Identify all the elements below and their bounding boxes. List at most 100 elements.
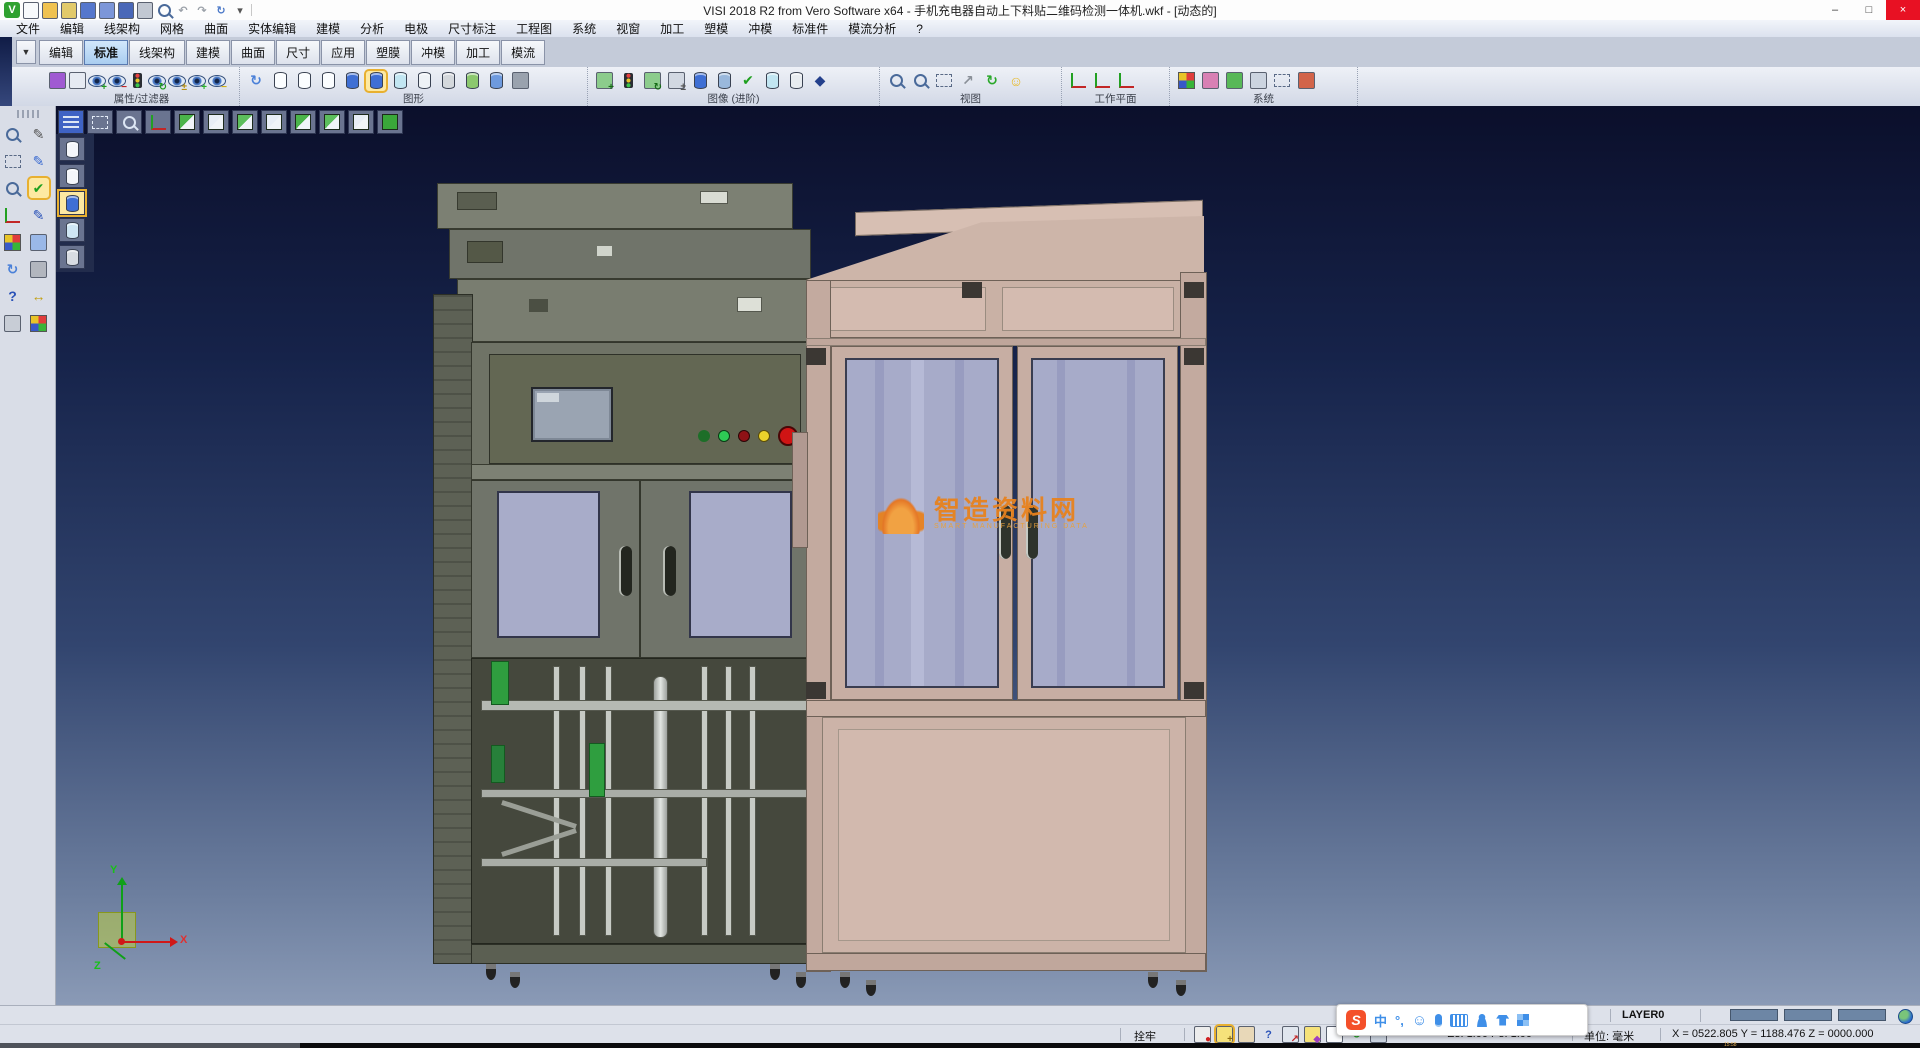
rm-bottom-beam[interactable]: [806, 953, 1206, 971]
skin-icon[interactable]: [1496, 1015, 1509, 1026]
ime-toolbox-icon[interactable]: [1517, 1014, 1529, 1026]
lm-caster-1[interactable]: [486, 964, 496, 980]
quick-help-icon[interactable]: ?: [1260, 1026, 1277, 1043]
cylinder-copy-pair-icon[interactable]: [486, 71, 506, 91]
open-folder-icon[interactable]: [42, 2, 58, 18]
color-swatch-3[interactable]: [1838, 1009, 1886, 1021]
close-button[interactable]: ×: [1886, 0, 1920, 20]
hide-all-icon[interactable]: −: [207, 71, 227, 91]
tab[interactable]: 冲模: [411, 40, 455, 65]
lm-caster-3[interactable]: [770, 964, 780, 980]
layer-cylinder-outline-2-icon[interactable]: [59, 164, 85, 188]
iso-view-top-icon[interactable]: [174, 110, 200, 134]
lm-bottom-beam[interactable]: [471, 944, 819, 964]
lm-tier3[interactable]: [457, 279, 819, 342]
toggle-visibility-icon[interactable]: ±: [167, 71, 187, 91]
render-palette-icon[interactable]: [29, 313, 49, 333]
rm-caster-4[interactable]: [1176, 980, 1186, 996]
lm-light-yellow[interactable]: [758, 430, 770, 442]
add-to-image-icon[interactable]: +: [594, 71, 614, 91]
lm-green-block-3[interactable]: [491, 745, 505, 783]
attributes-window-icon[interactable]: [1200, 71, 1220, 91]
rm-lower-panel-inner[interactable]: [838, 729, 1170, 941]
zoom-extents-icon[interactable]: [886, 71, 906, 91]
menu-item[interactable]: 工程图: [506, 20, 562, 37]
rotate-view-icon[interactable]: ↻: [982, 71, 1002, 91]
menu-item[interactable]: ?: [906, 22, 933, 36]
lm-tier2-vent[interactable]: [467, 241, 503, 263]
menu-item[interactable]: 尺寸标注: [438, 20, 506, 37]
menu-item[interactable]: 建模: [306, 20, 350, 37]
system-settings-icon[interactable]: [1224, 71, 1244, 91]
swap-visibility-icon[interactable]: ↻: [147, 71, 167, 91]
visi-logo-icon[interactable]: V: [4, 2, 20, 18]
modify-attributes-icon[interactable]: [47, 71, 67, 91]
color-swatch-1[interactable]: [1730, 1009, 1778, 1021]
tab[interactable]: 尺寸: [276, 40, 320, 65]
iso-view-left-icon[interactable]: [290, 110, 316, 134]
drag-tool-icon[interactable]: [1238, 1026, 1255, 1043]
lm-tier3-vent[interactable]: [529, 299, 548, 312]
menu-item[interactable]: 视窗: [606, 20, 650, 37]
menu-item[interactable]: 电极: [394, 20, 438, 37]
reference-box-icon[interactable]: ↗: [1282, 1026, 1299, 1043]
layer-indicator[interactable]: LAYER0: [1622, 1009, 1664, 1021]
lm-left-wall[interactable]: [433, 294, 473, 964]
lm-door-left-handle[interactable]: [619, 546, 632, 596]
machine-connector[interactable]: [792, 432, 808, 548]
zoom-tool-icon[interactable]: [116, 110, 142, 134]
viewport-3d[interactable]: 智造资料网 SMART MANUFACTURING DATA Y X Z: [0, 106, 1920, 1005]
show-by-attribute-icon[interactable]: +: [87, 71, 107, 91]
lm-caster-2[interactable]: [510, 972, 520, 988]
rm-top-rail[interactable]: [806, 338, 1206, 346]
layer-cylinder-light-icon[interactable]: [59, 218, 85, 242]
menu-item[interactable]: 分析: [350, 20, 394, 37]
lm-divider-beam[interactable]: [471, 464, 819, 480]
import-data-icon[interactable]: [61, 2, 77, 18]
lock-label[interactable]: 拴牢: [1134, 1028, 1156, 1044]
menu-item[interactable]: 模流分析: [838, 20, 906, 37]
wireframe-cylinder-1-icon[interactable]: [270, 71, 290, 91]
lm-rail-h1[interactable]: [481, 700, 811, 711]
zoom-selected-icon[interactable]: [910, 71, 930, 91]
tab[interactable]: 线架构: [129, 40, 185, 65]
lm-top-lid-tag[interactable]: [700, 191, 728, 204]
menu-item[interactable]: 编辑: [50, 20, 94, 37]
workplane-create-icon[interactable]: [1068, 71, 1088, 91]
sogou-logo-icon[interactable]: S: [1346, 1010, 1366, 1030]
lm-light-red[interactable]: [738, 430, 750, 442]
lm-tier2[interactable]: [449, 229, 811, 279]
unit-readout[interactable]: 单位: 毫米: [1584, 1028, 1634, 1044]
print-icon[interactable]: [137, 2, 153, 18]
maximize-button[interactable]: □: [1852, 0, 1886, 20]
save-as-icon[interactable]: [99, 2, 115, 18]
print-preview-icon[interactable]: [156, 2, 172, 18]
lm-light-green[interactable]: [718, 430, 730, 442]
menu-item[interactable]: 实体编辑: [238, 20, 306, 37]
workplane-move-icon[interactable]: [1092, 71, 1112, 91]
microphone-icon[interactable]: [1435, 1014, 1442, 1027]
show-all-icon[interactable]: +: [187, 71, 207, 91]
context-help-icon[interactable]: ?: [3, 286, 23, 306]
layer-colors-icon[interactable]: [3, 232, 23, 252]
menu-item[interactable]: 网格: [150, 20, 194, 37]
snap-lock-icon[interactable]: ●: [1194, 1026, 1211, 1043]
account-icon[interactable]: [1476, 1014, 1488, 1027]
hidden-line-cylinder-icon[interactable]: [414, 71, 434, 91]
delete-entity-icon[interactable]: ✎: [29, 124, 49, 144]
flag-cylinder-icon[interactable]: [762, 71, 782, 91]
save-icon[interactable]: [80, 2, 96, 18]
view-menu-icon[interactable]: [58, 110, 84, 134]
lm-green-block-2[interactable]: [589, 743, 605, 797]
new-file-icon[interactable]: [23, 2, 39, 18]
lm-top-lid-vent[interactable]: [457, 192, 497, 210]
wireframe-cylinder-3-icon[interactable]: [318, 71, 338, 91]
ime-emoji-icon[interactable]: ☺: [1412, 1012, 1427, 1029]
refresh-model-icon[interactable]: ↻: [3, 259, 23, 279]
rm-caster-2[interactable]: [866, 980, 876, 996]
save-sync-icon[interactable]: [118, 2, 134, 18]
menu-item[interactable]: 标准件: [782, 20, 838, 37]
iso-view-back-icon[interactable]: [319, 110, 345, 134]
ime-punctuation-toggle[interactable]: °,: [1395, 1013, 1404, 1028]
rm-caster-3[interactable]: [1148, 972, 1158, 988]
